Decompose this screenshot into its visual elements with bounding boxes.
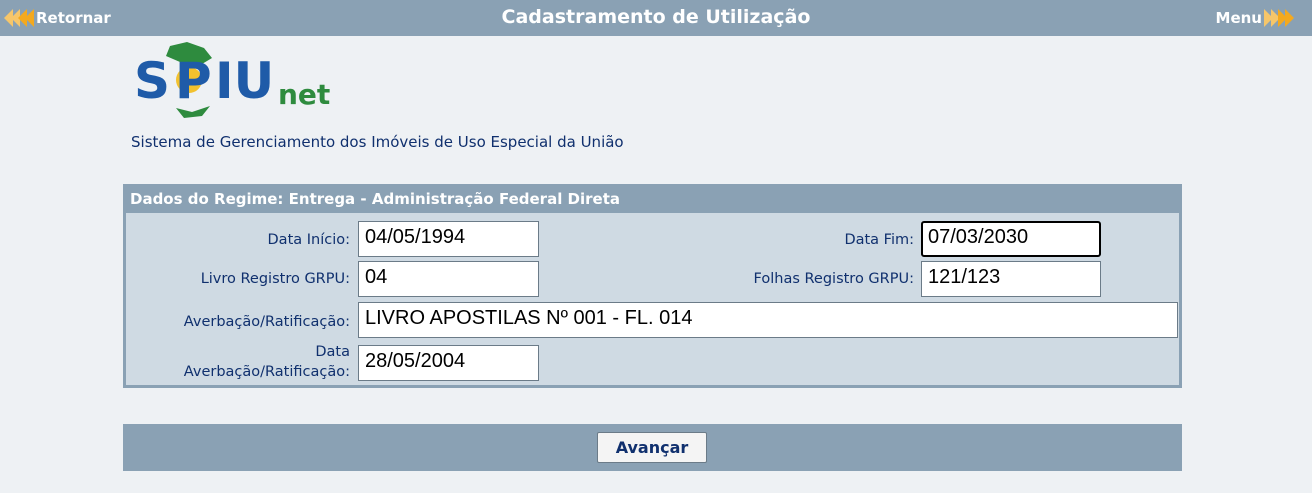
menu-label: Menu xyxy=(1215,9,1262,27)
data-averbacao-label-line1: Data xyxy=(315,344,350,360)
double-arrow-right-icon xyxy=(1264,9,1294,27)
folhas-registro-field[interactable]: 121/123 xyxy=(921,261,1101,297)
data-inicio-label: Data Início: xyxy=(267,232,350,248)
data-fim-field[interactable]: 07/03/2030 xyxy=(921,221,1101,257)
top-bar: Retornar Cadastramento de Utilização Men… xyxy=(0,0,1312,36)
averbacao-field[interactable]: LIVRO APOSTILAS Nº 001 - FL. 014 xyxy=(358,302,1178,338)
page-title: Cadastramento de Utilização xyxy=(501,6,811,28)
folhas-registro-label: Folhas Registro GRPU: xyxy=(753,271,914,287)
avancar-button[interactable]: Avançar xyxy=(597,432,707,463)
data-fim-label: Data Fim: xyxy=(844,232,914,248)
regime-panel: Dados do Regime: Entrega - Administração… xyxy=(123,184,1182,388)
data-averbacao-label-line2: Averbação/Ratificação: xyxy=(183,364,350,380)
system-subtitle: Sistema de Gerenciamento dos Imóveis de … xyxy=(131,133,624,151)
menu-link[interactable]: Menu xyxy=(1216,7,1294,29)
averbacao-label: Averbação/Ratificação: xyxy=(183,314,350,330)
svg-text:P: P xyxy=(175,52,212,110)
data-averbacao-field[interactable]: 28/05/2004 xyxy=(358,345,539,381)
livro-registro-field[interactable]: 04 xyxy=(358,261,539,297)
spiunet-logo: S P IU net xyxy=(132,40,342,120)
svg-text:S: S xyxy=(134,52,170,110)
data-inicio-field[interactable]: 04/05/1994 xyxy=(358,221,539,257)
svg-text:net: net xyxy=(278,78,330,111)
panel-header: Dados do Regime: Entrega - Administração… xyxy=(126,187,1179,213)
svg-text:IU: IU xyxy=(215,52,274,110)
livro-registro-label: Livro Registro GRPU: xyxy=(200,271,350,287)
footer-bar: Avançar xyxy=(123,424,1182,471)
